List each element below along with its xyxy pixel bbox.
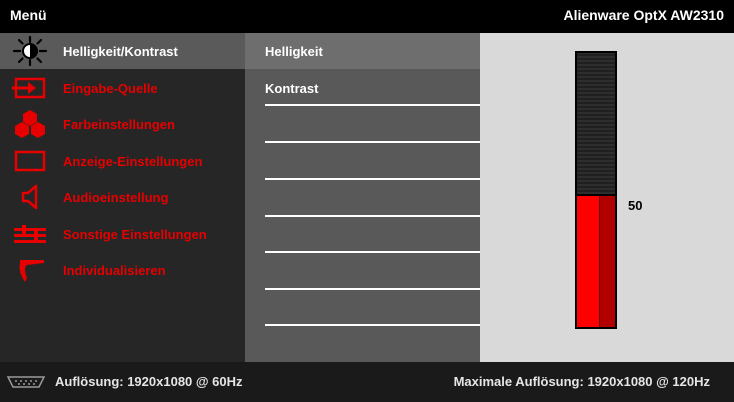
status-bar: Auflösung: 1920x1080 @ 60Hz Maximale Auf… — [0, 362, 734, 402]
other-settings-icon — [14, 225, 46, 243]
submenu-divider — [265, 104, 480, 106]
menu-item-color-settings[interactable]: Farbeinstellungen — [0, 106, 245, 142]
menu-item-label: Eingabe-Quelle — [63, 80, 158, 96]
menu-item-input-source[interactable]: Eingabe-Quelle — [0, 70, 245, 106]
menu-item-label: Sonstige Einstellungen — [63, 226, 207, 242]
submenu-divider — [265, 288, 480, 290]
menu-item-brightness-contrast[interactable]: Helligkeit/Kontrast — [0, 33, 245, 69]
adjustment-panel: 50 — [480, 33, 734, 362]
slider-value: 50 — [628, 198, 643, 213]
personalize-icon — [19, 260, 44, 282]
display-settings-icon — [14, 150, 46, 172]
color-settings-icon — [15, 110, 45, 138]
menu-item-other-settings[interactable]: Sonstige Einstellungen — [0, 216, 245, 252]
monitor-model: Alienware OptX AW2310 — [563, 7, 724, 23]
menu-item-personalize[interactable]: Individualisieren — [0, 252, 245, 288]
menu-item-audio[interactable]: Audioeinstellung — [0, 179, 245, 215]
menu-title: Menü — [10, 7, 47, 23]
submenu-item-brightness[interactable]: Helligkeit — [245, 33, 480, 69]
slider-fill — [577, 194, 615, 327]
menu-item-label: Individualisieren — [63, 262, 166, 278]
menu-item-label: Farbeinstellungen — [63, 116, 175, 132]
menu-item-label: Helligkeit/Kontrast — [63, 43, 178, 59]
submenu-divider — [265, 215, 480, 217]
slider-track — [577, 53, 615, 194]
submenu-panel: Helligkeit Kontrast — [245, 33, 480, 362]
speaker-icon — [21, 184, 38, 210]
menu-item-label: Audioeinstellung — [63, 189, 169, 205]
submenu-divider — [265, 251, 480, 253]
current-resolution: Auflösung: 1920x1080 @ 60Hz — [55, 374, 243, 389]
main-menu: Helligkeit/Kontrast Eingabe-Quelle Farbe… — [0, 33, 245, 362]
max-resolution: Maximale Auflösung: 1920x1080 @ 120Hz — [453, 374, 710, 389]
submenu-divider — [265, 178, 480, 180]
osd-header: Menü Alienware OptX AW2310 — [0, 0, 734, 33]
menu-item-display-settings[interactable]: Anzeige-Einstellungen — [0, 143, 245, 179]
brightness-slider[interactable] — [575, 51, 617, 329]
brightness-icon — [12, 35, 48, 67]
submenu-item-contrast[interactable]: Kontrast — [265, 70, 480, 106]
menu-item-label: Anzeige-Einstellungen — [63, 153, 203, 169]
submenu-divider — [265, 324, 480, 326]
submenu-item-label: Kontrast — [265, 80, 319, 96]
submenu-divider — [265, 141, 480, 143]
submenu-item-label: Helligkeit — [265, 43, 323, 59]
input-source-icon — [12, 77, 46, 99]
connector-icon — [6, 376, 46, 388]
